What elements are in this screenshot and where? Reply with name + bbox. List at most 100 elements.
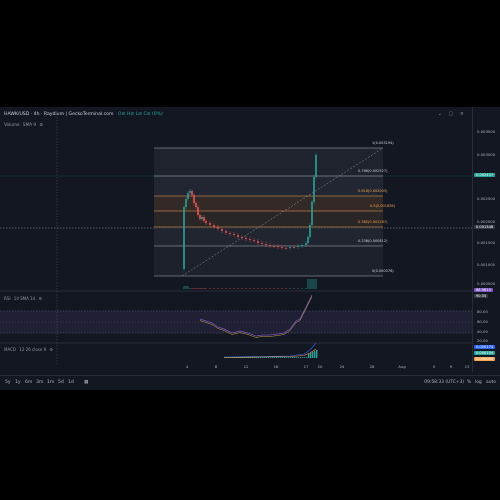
macd-histogram-bar <box>272 357 274 358</box>
time-tick: 4 <box>185 364 189 369</box>
bottom-toolbar: 5y 1y 6m 3m 1m 5d 1d ▦ 09:58:33 (UTC+3) … <box>0 375 500 391</box>
macd-histogram-bar <box>270 357 272 358</box>
macd-legend[interactable]: MACD 12 26 close 9 ⚙ <box>4 347 55 352</box>
clock[interactable]: 09:58:33 (UTC+3) <box>424 380 464 385</box>
volume-bar <box>237 288 239 289</box>
volume-bar <box>281 288 283 289</box>
time-tick: 12 <box>243 364 249 369</box>
timeframe-3m[interactable]: 3m <box>36 380 43 385</box>
macd-histogram-bar <box>300 357 302 358</box>
time-tick: 24 <box>339 364 345 369</box>
chart-canvas[interactable] <box>0 107 472 372</box>
fib-retracement[interactable] <box>154 147 384 277</box>
price-tick: 0.002500 <box>477 196 496 201</box>
macd-histogram-bar <box>312 352 314 358</box>
price-axis[interactable]: 0.003500 0.003000 0.002500 0.002000 0.00… <box>472 107 500 372</box>
macd-badge: 0.000104 <box>474 351 496 355</box>
macd-histogram-bar <box>294 357 296 358</box>
chart-app: HAWK/USD · 4h · Raydium | GeckoTerminal.… <box>0 107 500 390</box>
volume-bar <box>233 288 235 289</box>
auto-toggle[interactable]: auto <box>486 380 496 385</box>
volume-bar <box>245 288 247 289</box>
fib-label-0786: 0.786(0.002527) <box>358 169 388 173</box>
percent-toggle[interactable]: % <box>467 380 471 385</box>
macd-histogram-bar <box>308 354 310 358</box>
price-tick: 0.002000 <box>477 219 496 224</box>
rsi-ma-badge: 90.55 <box>474 294 489 298</box>
rsi-pane <box>0 294 472 338</box>
timeframe-1d[interactable]: 1d <box>68 380 74 385</box>
price-tick: 0.000500 <box>477 281 496 286</box>
volume-bar <box>185 286 187 289</box>
rsi-tick: 80.00 <box>477 309 488 314</box>
macd-histogram-bar <box>292 357 294 358</box>
timeframe-5d[interactable]: 5d <box>58 380 64 385</box>
timeframe-6m[interactable]: 6m <box>25 380 32 385</box>
fib-label-05: 0.5(0.001636) <box>370 204 395 208</box>
fib-zone-bottom <box>154 246 383 276</box>
rsi-band <box>0 311 472 333</box>
volume-bar <box>297 288 299 289</box>
rsi-label: RSI <box>4 296 11 301</box>
volume-bar <box>183 286 185 289</box>
macd-line <box>223 342 317 358</box>
macd-histogram-bar <box>296 357 298 358</box>
fib-label-0: 0(0.000076) <box>372 269 394 273</box>
volume-bar <box>311 279 313 289</box>
time-tick: 16 <box>273 364 279 369</box>
macd-histogram-bar <box>280 357 282 358</box>
rsi-legend[interactable]: RSI 14 SMA 14 ⚙ <box>4 296 44 301</box>
macd-params: 12 26 close 9 <box>19 347 47 352</box>
time-tick: 5 <box>432 364 436 369</box>
volume-bar <box>309 279 311 289</box>
macd-histogram-bar <box>264 357 266 358</box>
crosshair-price-badge: 0.001348 <box>474 225 496 229</box>
macd-histogram-bar <box>314 351 316 358</box>
volume-bar <box>249 288 251 289</box>
volume-bar <box>241 288 243 289</box>
volume-bar <box>257 288 259 289</box>
macd-histogram-bar <box>306 357 308 358</box>
fib-zone-orange-2 <box>154 211 383 227</box>
volume-bar <box>305 288 307 289</box>
volume-bar <box>187 286 189 289</box>
volume-bar <box>209 288 211 289</box>
time-tick: 17 <box>303 364 309 369</box>
macd-histogram-bar <box>316 350 318 358</box>
macd-histogram-bar <box>282 357 284 358</box>
macd-histogram-bar <box>266 357 268 358</box>
macd-histogram-bar <box>310 353 312 358</box>
calendar-icon[interactable]: ▦ <box>84 380 88 385</box>
timeframe-1m[interactable]: 1m <box>47 380 54 385</box>
volume-bar <box>191 288 193 289</box>
macd-histogram-bar <box>268 357 270 358</box>
macd-histogram-bar <box>260 357 262 358</box>
fib-zone-mid <box>154 227 383 246</box>
volume-bar <box>261 288 263 289</box>
macd-histogram-bar <box>290 357 292 358</box>
volume-bar <box>313 279 315 289</box>
time-tick: 8 <box>214 364 218 369</box>
fib-label-1: 1(0.003194) <box>372 141 394 145</box>
time-axis[interactable]: 4 8 12 16 17 20 24 28 Aug 5 9 13 <box>0 364 472 372</box>
volume-bar <box>265 288 267 289</box>
timeframe-5y[interactable]: 5y <box>5 380 11 385</box>
settings-icon[interactable]: ⚙ <box>49 347 53 352</box>
price-tick: 0.001000 <box>477 262 496 267</box>
rsi-value-badge: 68.9814 <box>474 288 493 292</box>
volume-bar <box>217 288 219 289</box>
macd-badge: 0.000060 <box>474 357 496 361</box>
volume-bar <box>213 288 215 289</box>
current-price-badge: 0.002457 <box>474 173 496 177</box>
macd-histogram-bar <box>286 357 288 358</box>
log-toggle[interactable]: log <box>475 380 482 385</box>
volume-bar <box>289 288 291 289</box>
settings-icon[interactable]: ⚙ <box>39 296 43 301</box>
fib-label-0382: 0.382(0.001267) <box>358 220 388 224</box>
timeframe-1y[interactable]: 1y <box>15 380 21 385</box>
volume-bar <box>221 288 223 289</box>
time-tick: 13 <box>464 364 470 369</box>
macd-badge: 0.000174 <box>474 345 496 349</box>
macd-pane <box>223 342 318 358</box>
volume-bar <box>205 288 207 289</box>
